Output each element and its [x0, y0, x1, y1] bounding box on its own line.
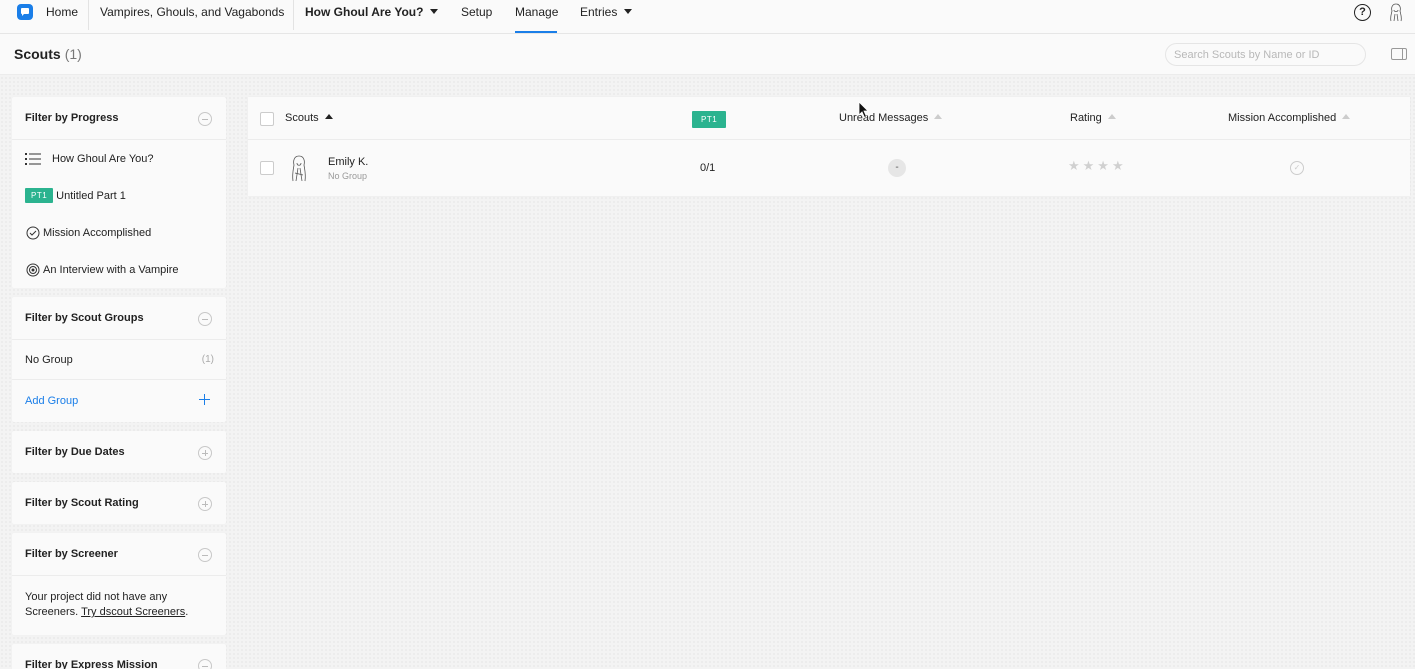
filter-rating-title: Filter by Scout Rating: [25, 497, 139, 509]
column-unread-label: Unread Messages: [839, 112, 929, 124]
nav-mission-dropdown[interactable]: How Ghoul Are You?: [305, 5, 439, 19]
chevron-down-icon: [624, 9, 633, 14]
scouts-table: Scouts PT1 Unread Messages Rating Missio…: [248, 97, 1410, 196]
plus-icon: [199, 394, 210, 405]
collapse-icon[interactable]: [198, 112, 212, 126]
page-title: Scouts (1): [14, 46, 82, 62]
nav-entries-label: Entries: [580, 5, 618, 19]
scout-group: No Group: [328, 171, 368, 181]
progress-item-label: Untitled Part 1: [56, 189, 126, 202]
unread-badge[interactable]: -: [888, 159, 906, 177]
collapse-icon[interactable]: [198, 548, 212, 562]
progress-item-label: How Ghoul Are You?: [52, 152, 154, 165]
progress-value: 0/1: [700, 162, 716, 174]
progress-item-label: An Interview with a Vampire: [43, 263, 179, 276]
nav-manage-tab[interactable]: Manage: [515, 5, 558, 19]
dscout-logo-icon[interactable]: [17, 4, 33, 20]
column-unread[interactable]: Unread Messages: [839, 112, 943, 124]
filter-sidebar: Filter by Progress How Ghoul Are You? PT…: [12, 97, 226, 669]
screener-message: Your project did not have any Screeners.…: [12, 576, 226, 635]
page-header: Scouts (1): [0, 34, 1415, 75]
mouse-cursor-icon: [858, 101, 869, 119]
scout-avatar: [292, 155, 306, 182]
sort-asc-icon: [324, 114, 333, 119]
nav-divider: [293, 0, 294, 30]
filter-express-title: Filter by Express Mission: [25, 659, 158, 669]
check-circle-icon: [25, 226, 41, 240]
page-title-text: Scouts: [14, 46, 61, 62]
filter-progress-header[interactable]: Filter by Progress: [12, 97, 226, 140]
scout-count: (1): [64, 46, 82, 62]
panel-toggle-icon[interactable]: [1391, 48, 1407, 60]
select-all-checkbox[interactable]: [260, 112, 274, 126]
progress-item-label: Mission Accomplished: [43, 226, 152, 239]
expand-icon[interactable]: [198, 497, 212, 511]
progress-item-part[interactable]: PT1 Untitled Part 1: [12, 177, 226, 214]
scout-name[interactable]: Emily K.: [328, 156, 368, 168]
filter-express-header[interactable]: Filter by Express Mission: [12, 644, 226, 669]
table-row[interactable]: Emily K. No Group 0/1 - ★★★★ ✓: [248, 140, 1410, 195]
filter-groups-card: Filter by Scout Groups No Group (1) Add …: [12, 297, 226, 422]
filter-rating-header[interactable]: Filter by Scout Rating: [12, 482, 226, 524]
top-nav-bar: Home Vampires, Ghouls, and Vagabonds How…: [0, 0, 1415, 34]
filter-screener-title: Filter by Screener: [25, 548, 118, 560]
nav-mission-label: How Ghoul Are You?: [305, 5, 424, 19]
add-group-label: Add Group: [25, 395, 79, 407]
column-accomplished[interactable]: Mission Accomplished: [1228, 112, 1351, 124]
add-group-button[interactable]: Add Group: [12, 380, 226, 422]
group-count: (1): [201, 354, 214, 365]
filter-due-dates-header[interactable]: Filter by Due Dates: [12, 431, 226, 473]
filter-rating-card: Filter by Scout Rating: [12, 482, 226, 524]
column-part-badge[interactable]: PT1: [692, 111, 727, 128]
sort-icon: [1107, 114, 1116, 119]
column-scouts[interactable]: Scouts: [285, 112, 333, 124]
progress-item-accomplished[interactable]: Mission Accomplished: [12, 214, 226, 251]
nav-setup-tab[interactable]: Setup: [461, 5, 492, 19]
nav-entries-dropdown[interactable]: Entries: [580, 5, 633, 19]
check-circle-icon[interactable]: ✓: [1290, 161, 1304, 175]
nav-home-link[interactable]: Home: [46, 5, 78, 19]
list-icon: [25, 152, 41, 165]
sort-icon: [934, 114, 943, 119]
filter-groups-title: Filter by Scout Groups: [25, 312, 144, 324]
target-icon: [25, 263, 41, 277]
column-rating-label: Rating: [1070, 112, 1102, 124]
filter-screener-card: Filter by Screener Your project did not …: [12, 533, 226, 635]
column-accomplished-label: Mission Accomplished: [1228, 112, 1337, 124]
user-avatar[interactable]: [1388, 2, 1404, 22]
screener-suffix: .: [185, 606, 189, 618]
help-icon[interactable]: ?: [1354, 4, 1371, 21]
part-badge: PT1: [25, 188, 54, 203]
column-scouts-label: Scouts: [285, 112, 319, 124]
collapse-icon[interactable]: [198, 659, 212, 669]
star-rating[interactable]: ★★★★: [1068, 158, 1127, 174]
collapse-icon[interactable]: [198, 312, 212, 326]
search-input[interactable]: [1165, 43, 1366, 66]
progress-item-mission[interactable]: How Ghoul Are You?: [12, 140, 226, 177]
group-item-no-group[interactable]: No Group (1): [12, 340, 226, 380]
filter-due-dates-card: Filter by Due Dates: [12, 431, 226, 473]
expand-icon[interactable]: [198, 446, 212, 460]
active-tab-indicator: [515, 31, 557, 33]
row-checkbox[interactable]: [260, 161, 274, 175]
chevron-down-icon: [430, 9, 439, 14]
filter-express-card: Filter by Express Mission: [12, 644, 226, 669]
column-rating[interactable]: Rating: [1070, 112, 1116, 124]
filter-progress-card: Filter by Progress How Ghoul Are You? PT…: [12, 97, 226, 288]
table-header: Scouts PT1 Unread Messages Rating Missio…: [248, 97, 1410, 140]
filter-progress-title: Filter by Progress: [25, 112, 119, 124]
sort-icon: [1342, 114, 1351, 119]
filter-screener-header[interactable]: Filter by Screener: [12, 533, 226, 576]
nav-project-link[interactable]: Vampires, Ghouls, and Vagabonds: [100, 5, 284, 19]
filter-due-dates-title: Filter by Due Dates: [25, 446, 125, 458]
nav-divider: [88, 0, 89, 30]
filter-groups-header[interactable]: Filter by Scout Groups: [12, 297, 226, 340]
progress-item-interview[interactable]: An Interview with a Vampire: [12, 251, 226, 288]
try-screeners-link[interactable]: Try dscout Screeners: [81, 606, 185, 618]
group-label: No Group: [25, 353, 73, 366]
